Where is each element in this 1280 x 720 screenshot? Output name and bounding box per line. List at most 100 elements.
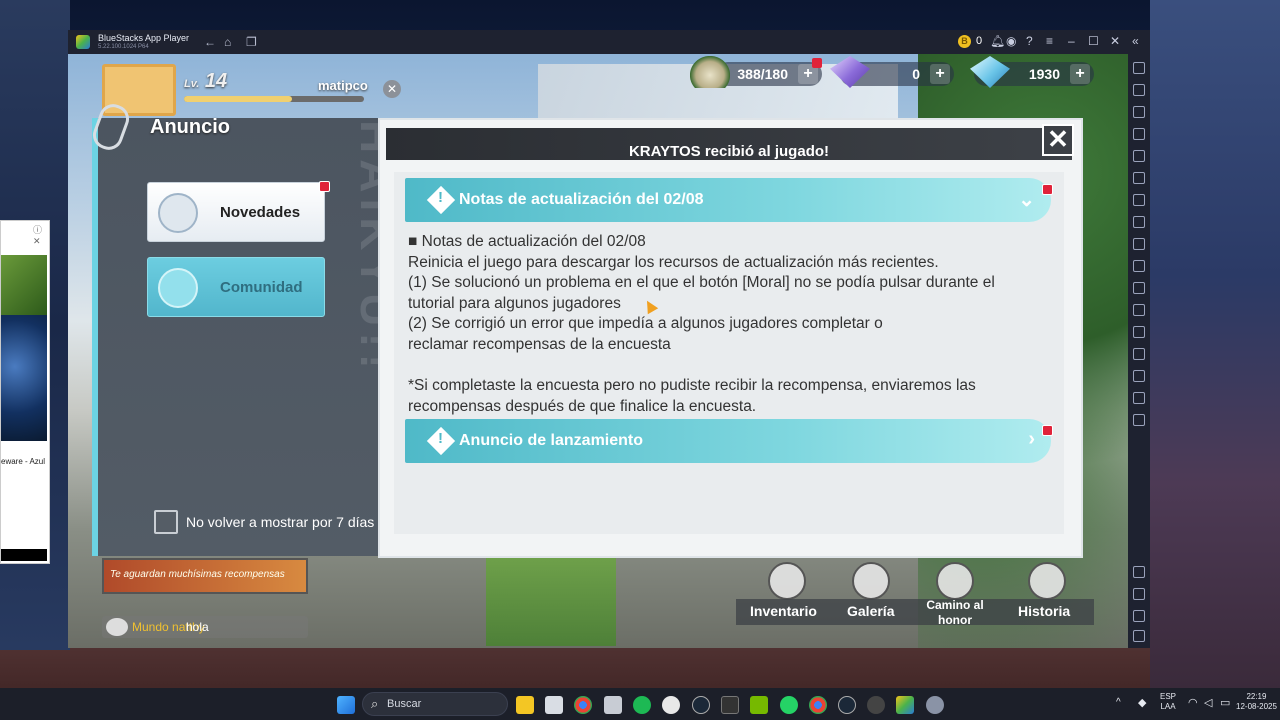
spotify-icon[interactable]	[633, 696, 651, 714]
close-notice-button[interactable]: ✕	[1042, 124, 1074, 156]
settings-icon[interactable]	[1133, 566, 1145, 578]
dont-show-checkbox[interactable]	[154, 510, 178, 534]
community-icon	[158, 268, 198, 308]
language-indicator[interactable]: ESP LAA	[1160, 692, 1176, 712]
gallery-icon	[852, 562, 890, 600]
news-icon	[158, 193, 198, 233]
add-diamond-button[interactable]: +	[1070, 64, 1090, 84]
clock[interactable]: 22:19 12-08-2025	[1236, 692, 1277, 712]
news-ticker: KRAYTOS recibió al jugado!	[386, 128, 1072, 160]
close-window-icon[interactable]: ✕	[1110, 34, 1120, 48]
emulator-titlebar: BlueStacks App Player 5.22.100.1024 P64 …	[68, 30, 1150, 54]
stamina-badge	[812, 58, 822, 68]
maximize-icon[interactable]: ☐	[1088, 34, 1099, 48]
honor-path-icon	[936, 562, 974, 600]
nvidia-icon[interactable]	[750, 696, 768, 714]
folder-icon[interactable]	[1133, 282, 1145, 294]
add-gem-button[interactable]: +	[930, 64, 950, 84]
epic-icon[interactable]	[721, 696, 739, 714]
tab-comunidad[interactable]: Comunidad	[147, 257, 325, 317]
keyboard-icon[interactable]	[1133, 128, 1145, 140]
account-icon[interactable]: ◉	[1006, 34, 1016, 48]
bluestacks-icon[interactable]	[896, 696, 914, 714]
section-update-notes[interactable]: ! Notas de actualización del 02/08 ⌄	[405, 178, 1053, 222]
screenshot-icon[interactable]	[1133, 238, 1145, 250]
inventory-icon	[768, 562, 806, 600]
sync-icon[interactable]	[1133, 392, 1145, 404]
steam-2-icon[interactable]	[838, 696, 856, 714]
app-icon[interactable]	[604, 696, 622, 714]
player-level: Lv. 14	[184, 70, 228, 92]
volume-icon[interactable]	[1133, 84, 1145, 96]
rotate-icon[interactable]	[1133, 150, 1145, 162]
help-icon[interactable]: ?	[1026, 34, 1033, 48]
emulator-sidebar	[1128, 54, 1150, 648]
shake-icon[interactable]	[1133, 172, 1145, 184]
bluestacks-logo-icon	[76, 35, 90, 49]
nav-galeria[interactable]: Galería	[847, 603, 894, 619]
record-icon[interactable]	[1133, 260, 1145, 272]
file-explorer-icon[interactable]	[516, 696, 534, 714]
rewards-banner[interactable]: Te aguardan muchísimas recompensas	[102, 558, 308, 594]
whatsapp-icon[interactable]	[780, 696, 798, 714]
sidebar-home-icon[interactable]	[1133, 610, 1145, 622]
ad-footer-bar	[1, 549, 47, 561]
tab-novedades[interactable]: Novedades	[147, 181, 330, 242]
settings-app-icon[interactable]	[926, 696, 944, 714]
rice-ball-icon	[690, 56, 730, 88]
windows-icon[interactable]: ❐	[246, 35, 257, 49]
collapse-sidebar-icon[interactable]: «	[1132, 34, 1139, 48]
nav-camino-honor[interactable]: Camino al honor	[922, 598, 988, 628]
github-icon[interactable]	[867, 696, 885, 714]
chat-bar[interactable]: Mundo natthy hola	[102, 616, 308, 638]
media-icon[interactable]	[1133, 106, 1145, 118]
section-launch-announcement[interactable]: ! Anuncio de lanzamiento ›	[405, 419, 1053, 463]
macro-icon[interactable]	[1133, 216, 1145, 228]
story-icon	[1028, 562, 1066, 600]
chrome-icon[interactable]	[574, 696, 592, 714]
fullscreen-icon[interactable]	[1133, 62, 1145, 74]
taskbar-search[interactable]: ⌕ Buscar	[362, 692, 508, 716]
gamepad-icon[interactable]	[1133, 194, 1145, 206]
coin-count: 0	[976, 35, 983, 47]
chrome-profile-icon[interactable]	[809, 696, 827, 714]
location-icon[interactable]	[1133, 348, 1145, 360]
nav-inventario[interactable]: Inventario	[750, 603, 817, 619]
multi-instance-icon[interactable]	[1133, 304, 1145, 316]
side-ad-window[interactable]: ⓘ ✕ eware - Azul	[0, 220, 50, 564]
notification-icon[interactable]: 🔔︎	[990, 34, 1005, 48]
stamina-counter: 388/180 +	[716, 62, 822, 86]
player-name: matipco	[318, 78, 368, 93]
dont-show-label: No volver a mostrar por 7 días	[186, 514, 375, 530]
chevron-right-icon: ›	[1028, 428, 1035, 450]
tray-chevron-icon[interactable]: ^	[1116, 698, 1121, 708]
recent-apps-icon[interactable]	[1133, 630, 1145, 642]
chevron-down-icon: ⌄	[1018, 189, 1035, 211]
hud-close-icon[interactable]: ✕	[383, 80, 401, 98]
back-icon[interactable]: ←	[204, 35, 216, 49]
home-icon[interactable]: ⌂	[224, 35, 231, 49]
tray-app-icon[interactable]: ◆	[1138, 698, 1146, 709]
battery-icon[interactable]: ▭	[1220, 698, 1230, 709]
steam-icon[interactable]	[692, 696, 710, 714]
wifi-icon[interactable]: ◠	[1188, 698, 1198, 709]
speaker-icon[interactable]: ◁	[1204, 698, 1212, 709]
start-icon[interactable]	[337, 696, 355, 714]
minimize-icon[interactable]: –	[1068, 34, 1075, 48]
coin-icon: B	[958, 35, 971, 48]
ad-close-icon[interactable]: ⓘ ✕	[33, 223, 49, 247]
store-icon[interactable]	[545, 696, 563, 714]
menu-icon[interactable]: ≡	[1046, 34, 1053, 48]
emulator-version: 5.22.100.1024 P64	[98, 44, 149, 50]
sidebar-back-icon[interactable]	[1133, 588, 1145, 600]
update-notes-body: ■ Notas de actualización del 02/08 Reini…	[408, 233, 995, 415]
obs-icon[interactable]	[662, 696, 680, 714]
launch-badge	[1042, 425, 1053, 436]
layers-icon[interactable]	[1133, 370, 1145, 382]
eco-mode-icon[interactable]	[1133, 326, 1145, 338]
nav-historia[interactable]: Historia	[1018, 603, 1070, 619]
ad-leaf-image	[1, 255, 47, 315]
search-icon: ⌕	[371, 696, 379, 711]
split-icon[interactable]	[1133, 414, 1145, 426]
notice-title: Anuncio	[150, 116, 230, 138]
